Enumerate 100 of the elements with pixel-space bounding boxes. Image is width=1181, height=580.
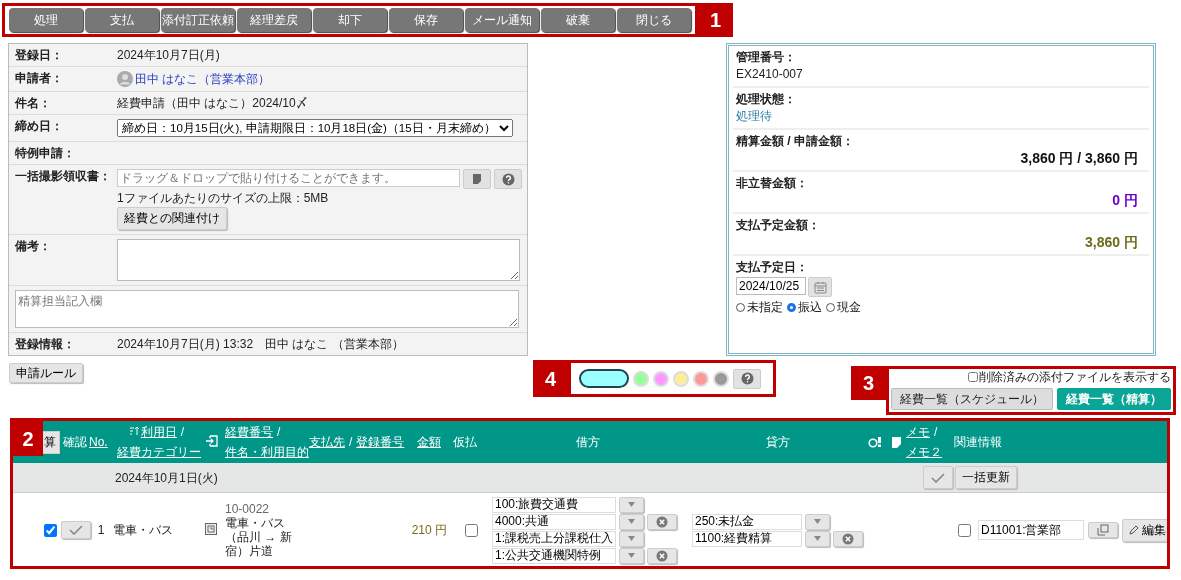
link-expense-button[interactable]: 経費との関連付け (117, 207, 227, 230)
header-separator: / (277, 425, 281, 439)
edit-button[interactable]: 編集 (1122, 518, 1167, 542)
account-field[interactable]: 1:課税売上分課税仕入 (492, 530, 616, 547)
upload-field[interactable]: ドラッグ＆ドロップで貼り付けることができます。 (117, 169, 460, 187)
rules-button[interactable]: 申請ルール (9, 363, 83, 383)
payment-radio[interactable]: 未指定 (736, 300, 783, 314)
field-label: 備考： (15, 239, 52, 255)
caret-icon (628, 553, 635, 558)
account-field[interactable]: 4000:共通 (492, 513, 616, 530)
column-header-link[interactable]: 件名・利用目的 (225, 445, 309, 459)
dropdown-button[interactable] (619, 547, 644, 564)
department-field[interactable]: D11001:営業部 (978, 520, 1084, 540)
import-icon (205, 434, 218, 447)
amount-value: 3,860 円 / 3,860 円 (1020, 151, 1138, 165)
list-tab[interactable]: 経費一覧（スケジュール） (891, 388, 1053, 410)
toolbar-button[interactable]: 支払 (85, 8, 159, 32)
column-header-link[interactable]: 金額 (417, 435, 441, 449)
expense-number: 10-0022 (225, 502, 271, 516)
bulk-update-button[interactable]: 一括更新 (955, 466, 1017, 489)
summary-label: 支払予定金額： (736, 218, 821, 232)
clear-icon (656, 549, 668, 562)
caret-icon (628, 536, 635, 541)
document-icon (892, 436, 901, 448)
field-label: 特例申請： (15, 146, 76, 160)
toolbar-button[interactable]: メール通知 (465, 8, 539, 32)
size-note: 1ファイルあたりのサイズの上限：5MB (117, 191, 329, 205)
account-field[interactable]: 1100:経費精算 (692, 530, 802, 547)
clear-button[interactable] (647, 513, 677, 530)
column-header-link[interactable]: 登録番号 (356, 435, 405, 449)
account-field[interactable]: 100:旅費交通費 (492, 496, 616, 513)
amount-value: 3,860 円 (1085, 235, 1138, 249)
receipt-icon (205, 522, 217, 535)
related-checkbox[interactable] (958, 523, 971, 537)
toolbar-button[interactable]: 閉じる (617, 8, 691, 32)
row-checkbox[interactable] (44, 523, 57, 537)
toolbar-button[interactable]: 破棄 (541, 8, 615, 32)
clear-button[interactable] (647, 547, 677, 564)
field-value: 経費申請（田中 はなこ）2024/10〆 (117, 96, 308, 110)
date-field[interactable]: 2024/10/25 (736, 277, 806, 295)
toolbar-button[interactable]: 保存 (389, 8, 463, 32)
check-icon (69, 525, 83, 535)
bulk-check-button[interactable] (923, 466, 953, 489)
dropdown-button[interactable] (619, 496, 644, 513)
applicant-link[interactable]: 田中 はなこ（営業本部） (135, 72, 271, 86)
help-button[interactable] (494, 169, 522, 189)
column-header-link[interactable]: 支払先 (309, 435, 345, 449)
dropdown-button[interactable] (805, 513, 830, 530)
column-header-link[interactable]: メモ２ (906, 445, 954, 459)
column-header-link[interactable]: 利用日 (140, 425, 177, 439)
list-tab[interactable]: 経費一覧（精算） (1057, 388, 1171, 410)
avatar-icon (117, 71, 133, 87)
callout-number: 1 (698, 3, 733, 37)
toolbar-button[interactable]: 却下 (313, 8, 387, 32)
caret-icon (814, 519, 821, 524)
column-header: 確認 (63, 435, 87, 449)
settlement-note-field[interactable]: 精算担当記入欄 (15, 290, 519, 328)
checkbox-label: 削除済みの添付ファイルを表示する (979, 370, 1171, 384)
column-header-link[interactable]: No. (89, 435, 108, 449)
confirm-button[interactable] (61, 521, 91, 539)
receipt-person-icon (868, 436, 882, 448)
payment-radio[interactable]: 振込 (787, 300, 822, 314)
expense-subject: 電車・バス（品川 → 新宿）片道 (225, 516, 293, 558)
header-separator: / (349, 435, 353, 449)
dropdown-button[interactable] (619, 513, 644, 530)
advance-checkbox[interactable] (464, 523, 478, 537)
management-number: EX2410-007 (736, 67, 804, 81)
table-cell: 1 (97, 523, 105, 537)
account-field[interactable]: 1:公共交通機関特例 (492, 547, 616, 564)
account-field[interactable]: 250:未払金 (692, 513, 802, 530)
amount-cell: 210 円 (411, 523, 447, 537)
calendar-button[interactable] (808, 277, 832, 297)
copy-button[interactable] (1088, 522, 1118, 538)
caret-icon (628, 502, 635, 507)
sort-icon (129, 426, 140, 436)
column-header-link[interactable]: 経費カテゴリー (117, 445, 201, 459)
column-header: 仮払 (453, 435, 477, 449)
status-value: 処理待 (736, 109, 773, 123)
pencil-icon (1129, 525, 1139, 535)
help-button[interactable] (733, 368, 761, 389)
remarks-field[interactable] (117, 239, 520, 281)
column-header: 貸方 (766, 435, 790, 449)
payment-radio[interactable]: 現金 (826, 300, 861, 314)
show-deleted-checkbox[interactable] (968, 372, 978, 382)
field-value: 2024年10月7日(月) (117, 48, 220, 62)
column-header-link[interactable]: 経費番号 (225, 425, 273, 439)
copy-icon (1097, 524, 1109, 536)
attach-button[interactable] (463, 169, 491, 189)
deadline-select[interactable]: 締め日：10月15日(火), 申請期限日：10月18日(金)（15日・月末締め） (117, 119, 513, 137)
dropdown-button[interactable] (619, 530, 644, 547)
header-separator: / (180, 425, 185, 439)
color-filter-swatch[interactable] (579, 369, 629, 388)
clear-button[interactable] (833, 530, 863, 547)
toolbar-button[interactable]: 添付訂正依頼 (161, 8, 235, 32)
field-label: 締め日： (15, 119, 64, 135)
dropdown-button[interactable] (805, 530, 830, 547)
summary-label: 非立替金額： (736, 176, 809, 190)
toolbar-button[interactable]: 経理差戻 (237, 8, 311, 32)
toolbar-button[interactable]: 処理 (9, 8, 83, 32)
column-header-link[interactable]: メモ (906, 425, 930, 439)
